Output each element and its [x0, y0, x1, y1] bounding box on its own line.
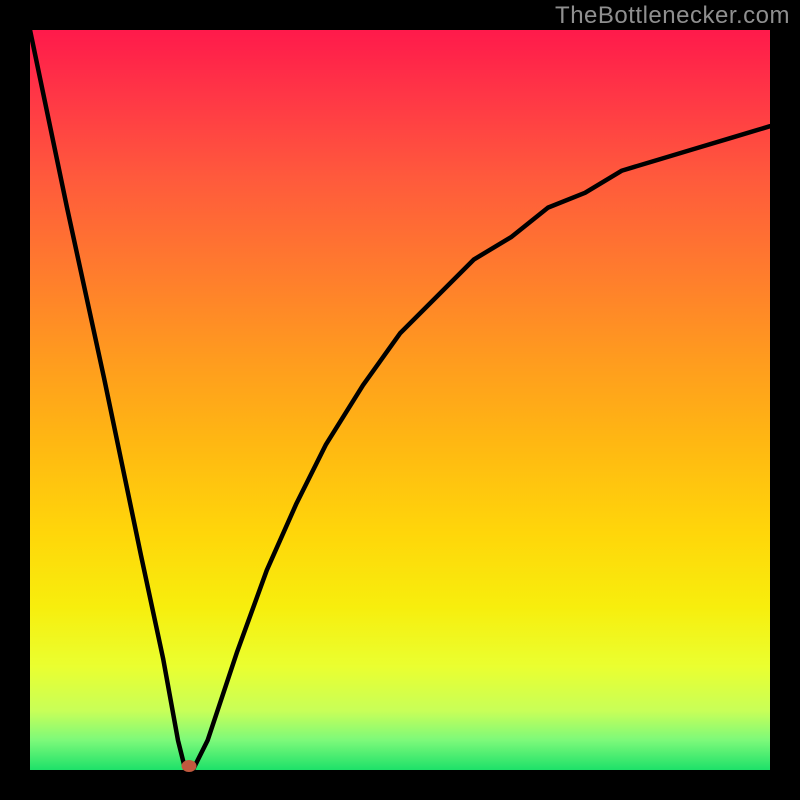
chart-frame: TheBottlenecker.com [0, 0, 800, 800]
watermark-text: TheBottlenecker.com [555, 2, 790, 30]
optimum-marker [182, 760, 197, 772]
plot-area [30, 30, 770, 770]
bottleneck-curve [30, 30, 770, 770]
